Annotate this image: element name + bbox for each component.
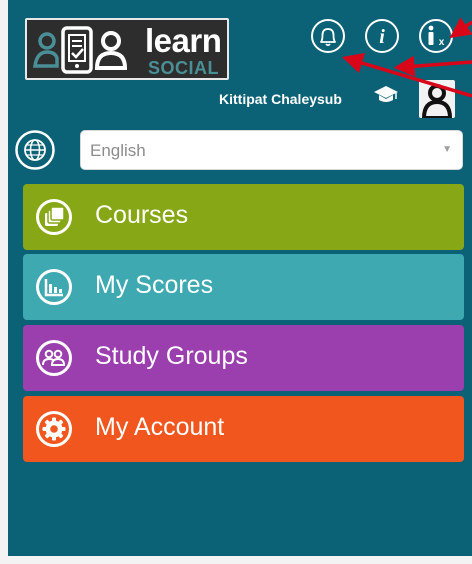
graduation-cap-icon (374, 86, 398, 102)
language-select[interactable]: English ▼ (80, 130, 463, 170)
user-name[interactable]: Kittipat Chaleysub (219, 91, 342, 107)
svg-text:i: i (379, 26, 385, 48)
window-frame-bottom (0, 556, 472, 564)
language-select-value: English (90, 141, 146, 160)
learnsocial-logo[interactable]: learn SOCIAL (25, 18, 229, 80)
logo-word-social: SOCIAL (148, 58, 220, 78)
accessibility-icon[interactable]: x (418, 18, 454, 54)
avatar[interactable] (419, 80, 455, 120)
study-groups-icon (36, 340, 72, 376)
menu-item-my-scores[interactable]: My Scores (23, 254, 464, 320)
menu-item-my-account[interactable]: My Account (23, 396, 464, 462)
annotation-arrow-info (393, 55, 472, 77)
courses-icon (36, 199, 72, 235)
info-icon[interactable]: i (364, 18, 400, 54)
logo-mark-icon (33, 26, 128, 74)
globe-icon[interactable] (15, 130, 55, 170)
bell-icon[interactable] (310, 18, 346, 54)
menu-item-courses[interactable]: Courses (23, 184, 464, 250)
gear-icon (36, 411, 72, 447)
chevron-down-icon: ▼ (442, 144, 452, 155)
menu-item-my-account-label: My Account (95, 413, 225, 441)
scores-chart-icon (36, 269, 72, 305)
svg-text:x: x (439, 37, 445, 48)
menu-item-study-groups-label: Study Groups (95, 342, 248, 370)
logo-word-learn: learn (145, 22, 222, 59)
window-frame-left (0, 0, 8, 564)
menu-item-courses-label: Courses (95, 201, 189, 229)
menu-item-study-groups[interactable]: Study Groups (23, 325, 464, 391)
menu-item-my-scores-label: My Scores (95, 271, 214, 299)
annotation-arrow-accessibility (449, 17, 472, 39)
user-silhouette-icon (421, 84, 453, 120)
